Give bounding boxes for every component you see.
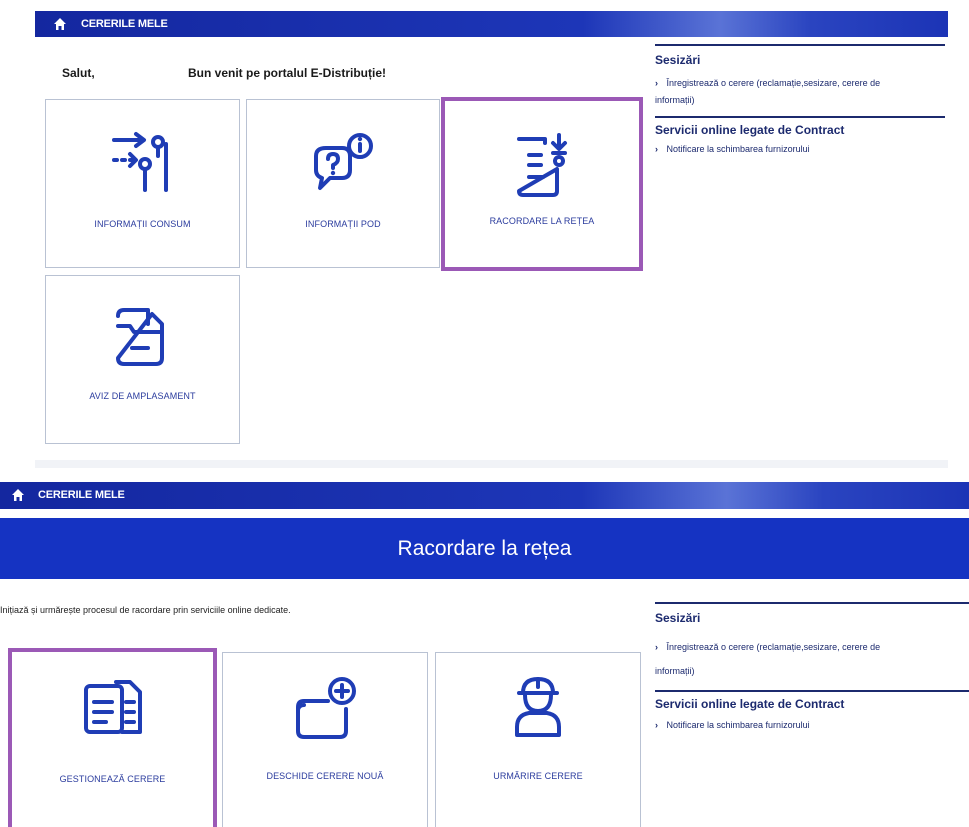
- routing-arrows-icon: [111, 132, 168, 192]
- folder-minus-icon: [115, 308, 164, 366]
- bottom-navbar: CERERILE MELE: [0, 482, 969, 509]
- page-title-banner: Racordare la rețea: [0, 518, 969, 579]
- divider: [655, 44, 945, 46]
- tile-label: URMĂRIRE CERERE: [493, 771, 583, 781]
- top-sidebar: Sesizări › Înregistrează o cerere (recla…: [655, 44, 945, 158]
- sesizari-link[interactable]: › Înregistrează o cerere (reclamație,ses…: [655, 75, 945, 109]
- tile-label: DESCHIDE CERERE NOUĂ: [266, 771, 384, 781]
- tile-label: INFORMAȚII CONSUM: [94, 219, 191, 229]
- documents-icon: [83, 680, 142, 734]
- tile-informatii-pod[interactable]: INFORMAȚII POD: [246, 99, 440, 268]
- home-icon[interactable]: [11, 488, 25, 502]
- tile-label: RACORDARE LA REȚEA: [489, 216, 595, 226]
- contract-link[interactable]: › Notificare la schimbarea furnizorului: [655, 141, 945, 158]
- greeting: Salut,: [62, 66, 95, 80]
- contract-title: Servicii online legate de Contract: [655, 123, 845, 137]
- chevron-right-icon: ›: [655, 144, 658, 154]
- divider: [655, 116, 945, 118]
- chevron-right-icon: ›: [655, 720, 658, 730]
- tile-gestioneaza-cerere[interactable]: GESTIONEAZĂ CERERE: [8, 648, 217, 827]
- tile-label: GESTIONEAZĂ CERERE: [59, 774, 166, 784]
- folder-plus-icon: [296, 677, 356, 739]
- sesizari-title: Sesizări: [655, 611, 701, 625]
- chevron-right-icon: ›: [655, 642, 658, 652]
- contract-title: Servicii online legate de Contract: [655, 697, 845, 711]
- contract-link[interactable]: › Notificare la schimbarea furnizorului: [655, 717, 969, 734]
- section-divider: [35, 460, 948, 468]
- tile-racordare-la-retea[interactable]: RACORDARE LA REȚEA: [441, 97, 643, 271]
- tile-label: AVIZ DE AMPLASAMENT: [89, 391, 196, 401]
- sesizari-link[interactable]: › Înregistrează o cerere (reclamație,ses…: [655, 635, 969, 683]
- worker-icon: [515, 677, 561, 737]
- tile-aviz-de-amplasament[interactable]: AVIZ DE AMPLASAMENT: [45, 275, 240, 444]
- top-navbar: CERERILE MELE: [35, 11, 948, 37]
- document-plug-icon: [517, 133, 567, 197]
- tile-label: INFORMAȚII POD: [305, 219, 381, 229]
- divider: [655, 690, 969, 692]
- intro-text: Inițiază și urmărește procesul de racord…: [0, 605, 291, 615]
- nav-cererile-mele[interactable]: CERERILE MELE: [38, 489, 125, 501]
- tile-deschide-cerere-noua[interactable]: DESCHIDE CERERE NOUĂ: [222, 652, 428, 827]
- nav-cererile-mele[interactable]: CERERILE MELE: [81, 18, 168, 30]
- tile-informatii-consum[interactable]: INFORMAȚII CONSUM: [45, 99, 240, 268]
- bottom-sidebar: Sesizări › Înregistrează o cerere (recla…: [655, 602, 969, 734]
- tile-urmarire-cerere[interactable]: URMĂRIRE CERERE: [435, 652, 641, 827]
- chevron-right-icon: ›: [655, 78, 658, 88]
- sesizari-title: Sesizări: [655, 53, 701, 67]
- home-icon[interactable]: [53, 17, 67, 31]
- info-chat-icon: [314, 133, 373, 190]
- welcome-message: Bun venit pe portalul E-Distribuție!: [188, 66, 387, 80]
- page-title: Racordare la rețea: [397, 537, 572, 560]
- divider: [655, 602, 969, 604]
